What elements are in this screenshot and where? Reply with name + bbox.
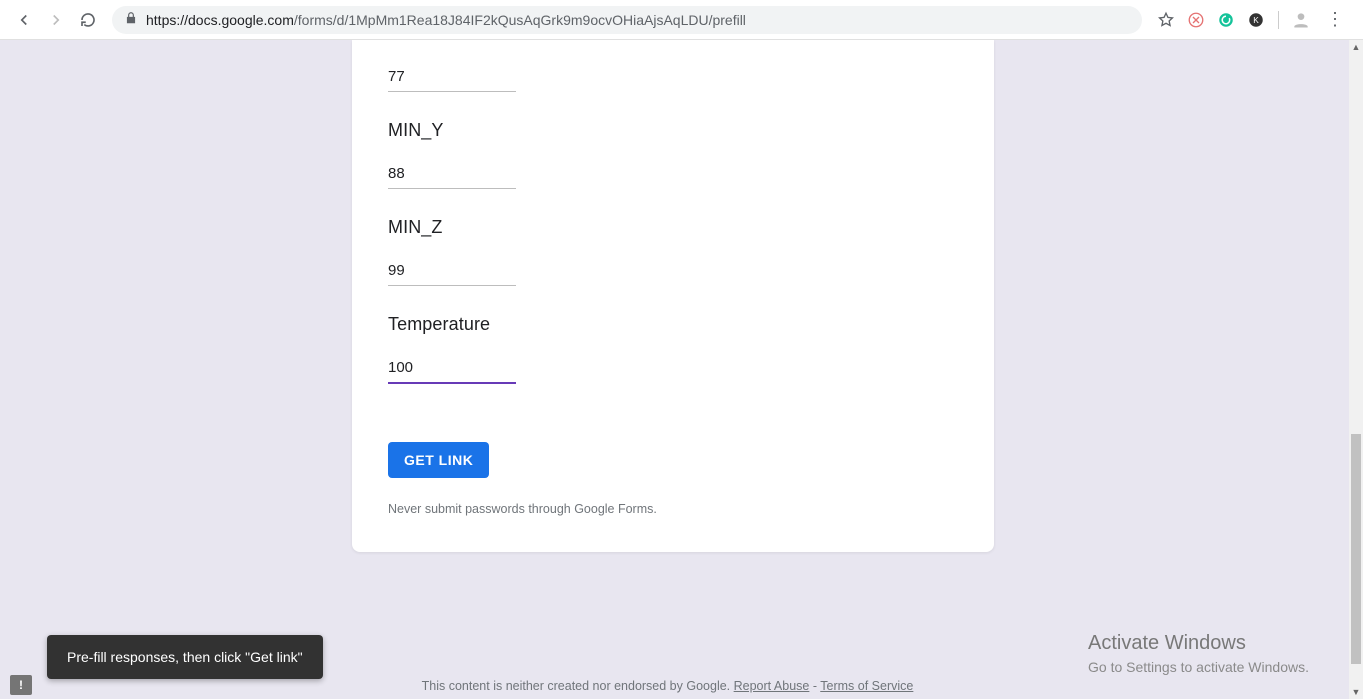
- field-label: MIN_Y: [388, 120, 958, 141]
- terms-link[interactable]: Terms of Service: [820, 679, 913, 693]
- profile-avatar-icon[interactable]: [1291, 10, 1311, 30]
- svg-text:K: K: [1253, 16, 1259, 25]
- toast-text: Pre-fill responses, then click "Get link…: [67, 649, 303, 665]
- field-label: Temperature: [388, 314, 958, 335]
- get-link-button[interactable]: GET LINK: [388, 442, 489, 478]
- bookmark-star-icon[interactable]: [1156, 10, 1176, 30]
- watermark-title: Activate Windows: [1088, 632, 1309, 655]
- form-field-temperature: Temperature: [388, 286, 958, 384]
- url-text: https://docs.google.com/forms/d/1MpMm1Re…: [146, 12, 746, 28]
- field-label: MIN_Z: [388, 217, 958, 238]
- extension-icon-1[interactable]: [1186, 10, 1206, 30]
- forward-button[interactable]: [40, 4, 72, 36]
- page-viewport: MIN_Y MIN_Z Temperature GET LINK Never s…: [0, 40, 1363, 699]
- address-bar[interactable]: https://docs.google.com/forms/d/1MpMm1Re…: [112, 6, 1142, 34]
- password-disclaimer: Never submit passwords through Google Fo…: [388, 502, 958, 516]
- scroll-down-arrow[interactable]: ▼: [1349, 685, 1363, 699]
- form-field-min-z: MIN_Z: [388, 189, 958, 286]
- field-input-min-z[interactable]: [388, 260, 516, 286]
- browser-toolbar: https://docs.google.com/forms/d/1MpMm1Re…: [0, 0, 1363, 40]
- scroll-thumb[interactable]: [1351, 434, 1361, 664]
- back-button[interactable]: [8, 4, 40, 36]
- submit-row: GET LINK: [388, 442, 958, 478]
- reload-button[interactable]: [72, 4, 104, 36]
- field-input-min-y[interactable]: [388, 163, 516, 189]
- footer-note: This content is neither created nor endo…: [0, 679, 1335, 693]
- watermark-subtitle: Go to Settings to activate Windows.: [1088, 659, 1309, 675]
- extension-icon-2[interactable]: [1216, 10, 1236, 30]
- field-input-0[interactable]: [388, 66, 516, 92]
- extension-icon-3[interactable]: K: [1246, 10, 1266, 30]
- lock-icon: [124, 11, 138, 28]
- vertical-scrollbar[interactable]: ▲ ▼: [1349, 40, 1363, 699]
- toast-notification: Pre-fill responses, then click "Get link…: [47, 635, 323, 679]
- browser-menu-icon[interactable]: ⋮: [1321, 9, 1349, 30]
- form-card: MIN_Y MIN_Z Temperature GET LINK Never s…: [352, 40, 994, 552]
- form-field-min-y: MIN_Y: [388, 92, 958, 189]
- windows-activation-watermark: Activate Windows Go to Settings to activ…: [1088, 632, 1309, 675]
- field-input-temperature[interactable]: [388, 357, 516, 384]
- report-abuse-link[interactable]: Report Abuse: [734, 679, 810, 693]
- extensions-area: K ⋮: [1150, 9, 1355, 30]
- scroll-up-arrow[interactable]: ▲: [1349, 40, 1363, 54]
- feedback-icon[interactable]: !: [10, 675, 32, 695]
- form-field-0: [388, 40, 958, 92]
- separator: [1278, 11, 1279, 29]
- footer-text: This content is neither created nor endo…: [422, 679, 734, 693]
